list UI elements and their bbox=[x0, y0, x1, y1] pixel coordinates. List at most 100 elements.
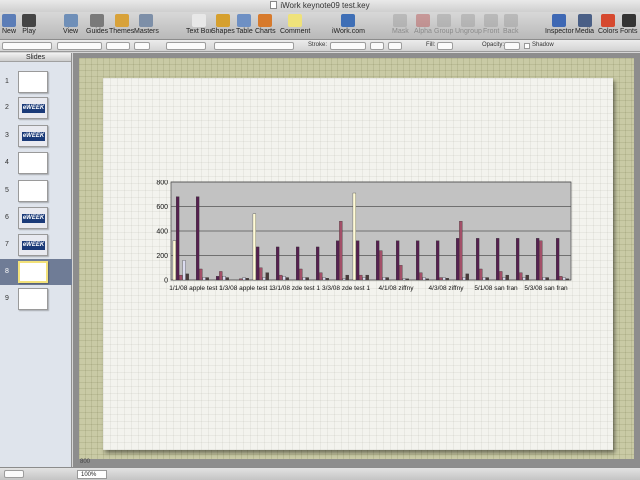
toolbar-fonts-button[interactable]: Fonts bbox=[620, 14, 638, 35]
slide-thumbnail-3[interactable]: 3 eWEEK bbox=[0, 123, 72, 149]
style-popup[interactable] bbox=[2, 42, 52, 50]
toolbar-front-button[interactable]: Front bbox=[483, 14, 499, 35]
stroke-color-well[interactable] bbox=[388, 42, 402, 50]
bar bbox=[279, 274, 283, 281]
bar bbox=[345, 274, 349, 281]
y-tick-label: 600 bbox=[156, 204, 168, 211]
bar bbox=[252, 213, 257, 281]
bar bbox=[485, 277, 489, 281]
inspector-icon bbox=[552, 14, 567, 27]
toolbar-comment-button[interactable]: Comment bbox=[280, 14, 310, 35]
toolbar-table-button[interactable]: Table bbox=[236, 14, 253, 35]
bar bbox=[425, 278, 429, 281]
stroke-style-popup[interactable] bbox=[330, 42, 366, 50]
bar bbox=[239, 278, 243, 281]
bar bbox=[379, 250, 383, 281]
toolbar-iwork-com-button[interactable]: iWork.com bbox=[332, 14, 365, 35]
toolbar-play-button[interactable]: Play bbox=[22, 14, 36, 35]
colors-icon bbox=[601, 14, 616, 27]
toolbar-themes-button[interactable]: Themes bbox=[109, 14, 134, 35]
slide-number: 2 bbox=[5, 104, 9, 111]
slide-preview bbox=[18, 71, 48, 93]
toolbar-mask-button[interactable]: Mask bbox=[392, 14, 409, 35]
shapes-icon bbox=[215, 14, 230, 27]
toolbar-ungroup-button[interactable]: Ungroup bbox=[455, 14, 482, 35]
slide-thumbnail-4[interactable]: 4 bbox=[0, 150, 72, 176]
toolbar-label: Ungroup bbox=[455, 28, 482, 35]
bar bbox=[222, 276, 226, 281]
toolbar-label: Shapes bbox=[211, 28, 235, 35]
toolbar-masters-button[interactable]: Masters bbox=[134, 14, 159, 35]
comment-icon bbox=[288, 14, 303, 27]
toolbar-new-button[interactable]: New bbox=[2, 14, 16, 35]
toolbar-charts-button[interactable]: Charts bbox=[255, 14, 276, 35]
bar bbox=[416, 240, 420, 281]
bar-chart[interactable]: 0 200 400 600 800 1/1/08 apple test 11/3/08 a… bbox=[141, 180, 573, 300]
zoom-popup[interactable]: 100% bbox=[77, 470, 107, 479]
toolbar-group-button[interactable]: Group bbox=[434, 14, 453, 35]
opacity-field[interactable] bbox=[504, 42, 520, 50]
toolbar-shapes-button[interactable]: Shapes bbox=[211, 14, 235, 35]
table-icon bbox=[237, 14, 252, 27]
slide-thumbnail-2[interactable]: 2 eWEEK bbox=[0, 95, 72, 121]
toolbar-colors-button[interactable]: Colors bbox=[598, 14, 618, 35]
font-typeface-popup[interactable] bbox=[106, 42, 130, 50]
window-title: iWork keynote09 test.key bbox=[280, 1, 370, 10]
bar bbox=[199, 268, 203, 281]
slide-preview bbox=[18, 152, 48, 174]
document-icon bbox=[270, 1, 278, 9]
slide-preview: eWEEK bbox=[18, 207, 48, 229]
slide-number: 9 bbox=[5, 295, 9, 302]
slide-thumbnail-9[interactable]: 9 bbox=[0, 286, 72, 312]
slide-thumbnail-5[interactable]: 5 bbox=[0, 178, 72, 204]
slide-thumbnail-8[interactable]: 8 bbox=[0, 259, 72, 285]
slide-preview bbox=[18, 180, 48, 202]
bar bbox=[542, 277, 546, 281]
bar bbox=[179, 274, 183, 281]
bar bbox=[352, 192, 357, 281]
slide-preview: eWEEK bbox=[18, 97, 48, 119]
x-tick-label: 3/3/08 zde test 1 bbox=[322, 285, 370, 292]
toolbar-text-box-button[interactable]: Text Box bbox=[186, 14, 213, 35]
stroke-width-field[interactable] bbox=[370, 42, 384, 50]
toolbar-label: Charts bbox=[255, 28, 276, 35]
slide-thumbnail-6[interactable]: 6 eWEEK bbox=[0, 205, 72, 231]
toolbar-label: Play bbox=[22, 28, 36, 35]
slide[interactable]: 0 200 400 600 800 1/1/08 apple test 1 1/3/08 a… bbox=[103, 78, 613, 450]
toolbar-inspector-button[interactable]: Inspector bbox=[545, 14, 574, 35]
alignment-buttons[interactable] bbox=[214, 42, 294, 50]
toolbar-label: View bbox=[63, 28, 79, 35]
toolbar-media-button[interactable]: Media bbox=[575, 14, 594, 35]
bar bbox=[296, 246, 300, 281]
text-box-icon bbox=[192, 14, 207, 27]
bar bbox=[382, 277, 386, 281]
toolbar-guides-button[interactable]: Guides bbox=[86, 14, 108, 35]
slide-thumbnail-7[interactable]: 7 eWEEK bbox=[0, 232, 72, 258]
bar bbox=[536, 238, 540, 281]
bar bbox=[259, 267, 263, 281]
eweek-logo: eWEEK bbox=[22, 132, 45, 141]
toolbar-label: Table bbox=[236, 28, 253, 35]
fill-color-well[interactable] bbox=[437, 42, 453, 50]
font-size-field[interactable] bbox=[134, 42, 150, 50]
slide-number: 5 bbox=[5, 187, 9, 194]
toolbar-alpha-button[interactable]: Alpha bbox=[414, 14, 432, 35]
bar bbox=[465, 273, 469, 281]
bar bbox=[399, 265, 403, 281]
guides-icon bbox=[90, 14, 105, 27]
iwork-com-icon bbox=[341, 14, 356, 27]
bar bbox=[562, 277, 566, 281]
shadow-checkbox[interactable] bbox=[524, 43, 530, 49]
slide-thumbnail-1[interactable]: 1 bbox=[0, 69, 72, 95]
y-tick-label: 200 bbox=[156, 253, 168, 260]
font-family-popup[interactable] bbox=[57, 42, 102, 50]
bar bbox=[476, 238, 480, 281]
mask-icon bbox=[393, 14, 408, 27]
toolbar-view-button[interactable]: View bbox=[63, 14, 78, 35]
toolbar-back-button[interactable]: Back bbox=[503, 14, 519, 35]
bar bbox=[376, 240, 380, 281]
bar bbox=[482, 277, 486, 281]
play-icon bbox=[22, 14, 36, 27]
text-style-buttons[interactable] bbox=[166, 42, 206, 50]
view-options-button[interactable] bbox=[4, 470, 24, 478]
